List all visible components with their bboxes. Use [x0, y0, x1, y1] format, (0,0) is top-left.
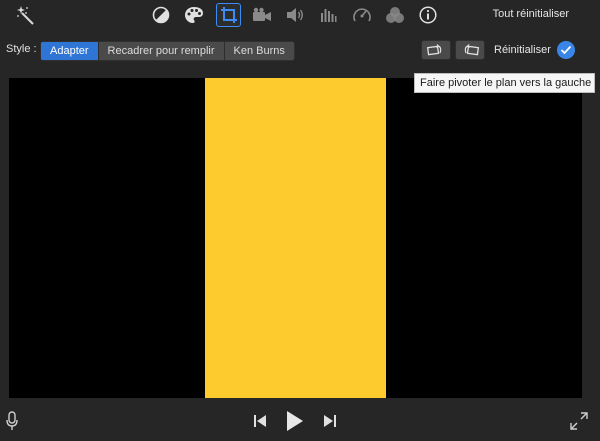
video-frame	[205, 78, 386, 398]
style-segmented-control: Adapter Recadrer pour remplir Ken Burns	[40, 41, 295, 61]
filter-icon[interactable]	[383, 4, 407, 26]
fullscreen-icon[interactable]	[569, 411, 589, 431]
style-option-crop-to-fill[interactable]: Recadrer pour remplir	[99, 42, 225, 60]
color-balance-icon[interactable]	[149, 4, 173, 26]
rotate-right-icon	[464, 44, 480, 56]
style-row: Style : Adapter Recadrer pour remplir Ke…	[0, 40, 600, 61]
playback-controls	[0, 400, 600, 441]
info-icon[interactable]	[416, 4, 440, 26]
video-camera-icon[interactable]	[250, 4, 274, 26]
reset-all-button[interactable]: Tout réinitialiser	[493, 8, 569, 20]
crop-icon[interactable]	[216, 3, 241, 27]
style-option-ken-burns[interactable]: Ken Burns	[225, 42, 294, 60]
video-viewer[interactable]	[9, 78, 582, 398]
play-icon[interactable]	[284, 409, 306, 433]
palette-icon[interactable]	[182, 4, 206, 26]
magic-wand-icon[interactable]	[14, 4, 38, 26]
skip-forward-icon[interactable]	[322, 413, 338, 429]
speedometer-icon[interactable]	[350, 4, 374, 26]
style-option-adapter[interactable]: Adapter	[41, 42, 99, 60]
rotate-left-button[interactable]	[421, 40, 451, 60]
skip-back-icon[interactable]	[252, 413, 268, 429]
rotate-left-icon	[426, 44, 442, 56]
equalizer-icon[interactable]	[316, 4, 340, 26]
rotate-right-button[interactable]	[455, 40, 485, 60]
style-label: Style :	[6, 43, 37, 55]
tooltip: Faire pivoter le plan vers la gauche	[414, 73, 595, 93]
reset-button[interactable]: Réinitialiser	[494, 44, 551, 56]
adjustments-toolbar: Tout réinitialiser	[0, 0, 600, 30]
microphone-icon[interactable]	[5, 410, 19, 432]
apply-checkmark-button[interactable]	[557, 41, 575, 59]
volume-icon[interactable]	[283, 4, 307, 26]
checkmark-icon	[560, 45, 572, 55]
